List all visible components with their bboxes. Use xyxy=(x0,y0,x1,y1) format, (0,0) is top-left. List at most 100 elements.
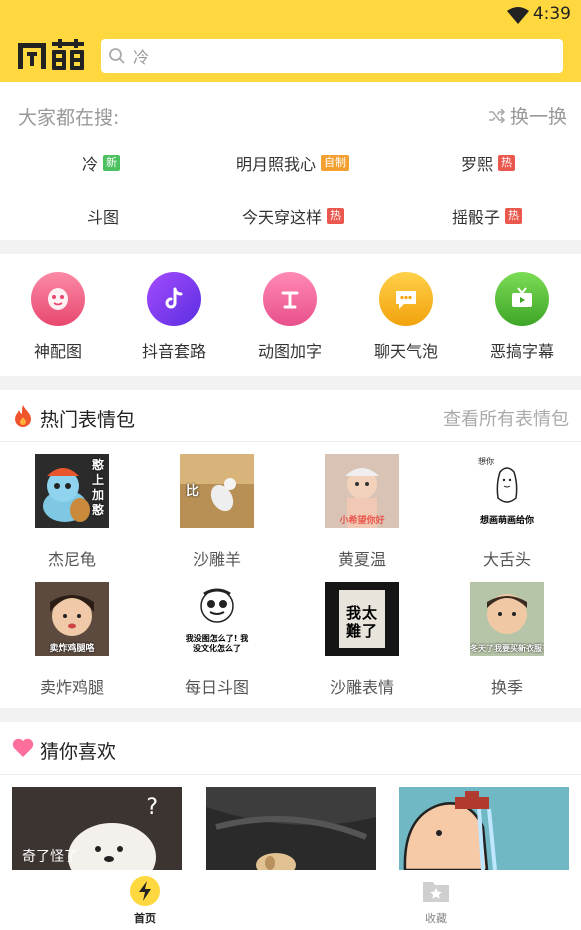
tool-shen-pei-tu[interactable]: 神配图 xyxy=(8,272,108,362)
self-made-badge: 自制 xyxy=(321,155,350,171)
guess-title: 猜你喜欢 xyxy=(40,741,117,763)
top-bar xyxy=(0,30,581,82)
pack-thumbnail: 我没图怎么了! 我没文化怎么了 xyxy=(180,582,254,656)
pack-caption: 想画萌画给你 xyxy=(479,516,534,526)
pack-caption: 冬天了我要买新衣服了 xyxy=(470,644,544,653)
app-logo xyxy=(18,39,84,70)
tool-label: 聊天气泡 xyxy=(373,342,438,361)
hot-keyword[interactable]: 明月照我心 自制 xyxy=(236,151,350,175)
pack-thumbnail: 想你 想画萌画给你 xyxy=(470,454,544,528)
pack-thumbnail: 卖炸鸡腿咯 xyxy=(35,582,109,656)
hot-keyword[interactable]: 冷 新 xyxy=(82,151,121,175)
guess-card[interactable] xyxy=(399,787,569,870)
pack-caption: 小希望你好 xyxy=(339,516,385,526)
tool-liaotian-qipao[interactable]: 聊天气泡 xyxy=(356,272,456,362)
pack-caption: 卖炸鸡腿咯 xyxy=(49,644,95,654)
tool-egao-zimu[interactable]: 恶搞字幕 xyxy=(472,272,572,362)
mask-icon xyxy=(31,272,85,326)
pack-caption: 我没图怎么了! 我没文化怎么了 xyxy=(185,634,249,653)
pack-thumbnail: 小希望你好 xyxy=(325,454,399,528)
sticker-pack[interactable]: 憨上加憨 杰尼龟 xyxy=(12,454,132,570)
tools-row: 神配图 抖音套路 动图加字 聊天气泡 恶搞字幕 xyxy=(0,254,581,376)
sticker-pack[interactable]: 小希望你好 黄夏温 xyxy=(302,454,422,570)
refresh-label: 换一换 xyxy=(509,106,567,128)
search-bar[interactable] xyxy=(101,39,563,73)
hot-keyword[interactable]: 今天穿这样 热 xyxy=(242,204,345,228)
tool-label: 神配图 xyxy=(33,342,82,361)
hot-badge: 热 xyxy=(327,208,345,224)
card-caption: 奇了怪了 xyxy=(22,849,78,865)
card-image xyxy=(206,787,376,870)
pack-name: 每日斗图 xyxy=(184,678,249,697)
pack-name: 卖炸鸡腿 xyxy=(39,678,104,697)
pack-thumbnail: 冬天了我要买新衣服了 xyxy=(470,582,544,656)
hot-search-panel: 大家都在搜: 换一换 冷 新 明月照我心 自制 罗熙 热 斗图 今天穿这样 热 … xyxy=(0,82,581,240)
tab-label: 首页 xyxy=(134,912,156,925)
status-time: 4:39 xyxy=(532,4,571,24)
search-input[interactable] xyxy=(133,43,553,69)
pack-name: 沙雕羊 xyxy=(192,550,241,569)
text-icon xyxy=(263,272,317,326)
popular-section: 热门表情包 查看所有表情包 憨上加憨 杰尼龟 比 沙雕羊 小希望你好 黄夏温 想… xyxy=(0,390,581,708)
refresh-button[interactable]: 换一换 xyxy=(488,102,567,129)
hot-search-title: 大家都在搜: xyxy=(18,107,120,129)
new-badge: 新 xyxy=(103,155,121,171)
tab-favorites[interactable]: 收藏 xyxy=(396,876,476,926)
tool-dongtu-jiazi[interactable]: 动图加字 xyxy=(240,272,340,362)
keyword-text: 斗图 xyxy=(87,208,120,227)
svg-text:想你: 想你 xyxy=(478,456,494,466)
view-all-link[interactable]: 查看所有表情包 xyxy=(443,405,569,431)
guess-card[interactable]: ? 奇了怪了 xyxy=(12,787,182,870)
tiktok-icon xyxy=(147,272,201,326)
sticker-pack[interactable]: 卖炸鸡腿咯 卖炸鸡腿 xyxy=(12,582,132,698)
tool-label: 恶搞字幕 xyxy=(489,342,554,361)
lightning-icon xyxy=(130,876,160,906)
tv-icon xyxy=(495,272,549,326)
pack-thumbnail: 比 xyxy=(180,454,254,528)
pack-caption: 我太難了 xyxy=(345,604,378,640)
status-bar: 4:39 xyxy=(0,0,581,30)
fire-icon xyxy=(15,405,31,427)
sticker-pack[interactable]: 我太難了 沙雕表情 xyxy=(302,582,422,698)
keyword-text: 冷 xyxy=(82,155,99,174)
shuffle-icon xyxy=(488,108,506,123)
sticker-pack[interactable]: 我没图怎么了! 我没文化怎么了 每日斗图 xyxy=(157,582,277,698)
sticker-pack[interactable]: 比 沙雕羊 xyxy=(157,454,277,570)
keyword-text: 今天穿这样 xyxy=(242,208,323,227)
keyword-text: 罗熙 xyxy=(461,155,494,174)
chat-bubble-icon xyxy=(379,272,433,326)
pack-name: 大舌头 xyxy=(482,550,531,569)
hot-badge: 热 xyxy=(498,155,516,171)
guess-card[interactable] xyxy=(206,787,376,870)
question-mark: ? xyxy=(146,795,158,820)
tool-label: 抖音套路 xyxy=(141,342,206,361)
hot-keyword[interactable]: 摇骰子 热 xyxy=(452,204,523,228)
sticker-pack[interactable]: 冬天了我要买新衣服了 换季 xyxy=(447,582,567,698)
hot-badge: 热 xyxy=(505,208,523,224)
pack-name: 黄夏温 xyxy=(337,550,386,569)
pack-thumbnail: 我太難了 xyxy=(325,582,399,656)
pack-caption: 比 xyxy=(186,484,200,499)
tool-douyin-taolu[interactable]: 抖音套路 xyxy=(124,272,224,362)
heart-icon xyxy=(12,738,34,757)
divider xyxy=(0,774,581,775)
pack-name: 杰尼龟 xyxy=(47,550,96,569)
pack-name: 沙雕表情 xyxy=(329,678,394,697)
keyword-text: 摇骰子 xyxy=(452,208,501,227)
bottom-tab-bar: 首页 收藏 xyxy=(0,870,581,930)
hot-keyword[interactable]: 斗图 xyxy=(87,204,119,228)
tab-label: 收藏 xyxy=(425,912,447,925)
keyword-text: 明月照我心 xyxy=(236,155,317,174)
card-image xyxy=(399,787,569,870)
sticker-pack[interactable]: 想你 想画萌画给你 大舌头 xyxy=(447,454,567,570)
hot-keyword[interactable]: 罗熙 热 xyxy=(461,151,516,175)
tool-label: 动图加字 xyxy=(257,342,322,361)
tab-home[interactable]: 首页 xyxy=(105,876,185,926)
wifi-icon xyxy=(507,7,529,24)
popular-header: 热门表情包 查看所有表情包 xyxy=(0,390,581,442)
search-icon xyxy=(109,48,125,64)
pack-name: 换季 xyxy=(490,678,523,697)
popular-title: 热门表情包 xyxy=(40,409,136,431)
pack-thumbnail: 憨上加憨 xyxy=(35,454,109,528)
star-folder-icon xyxy=(421,876,451,906)
